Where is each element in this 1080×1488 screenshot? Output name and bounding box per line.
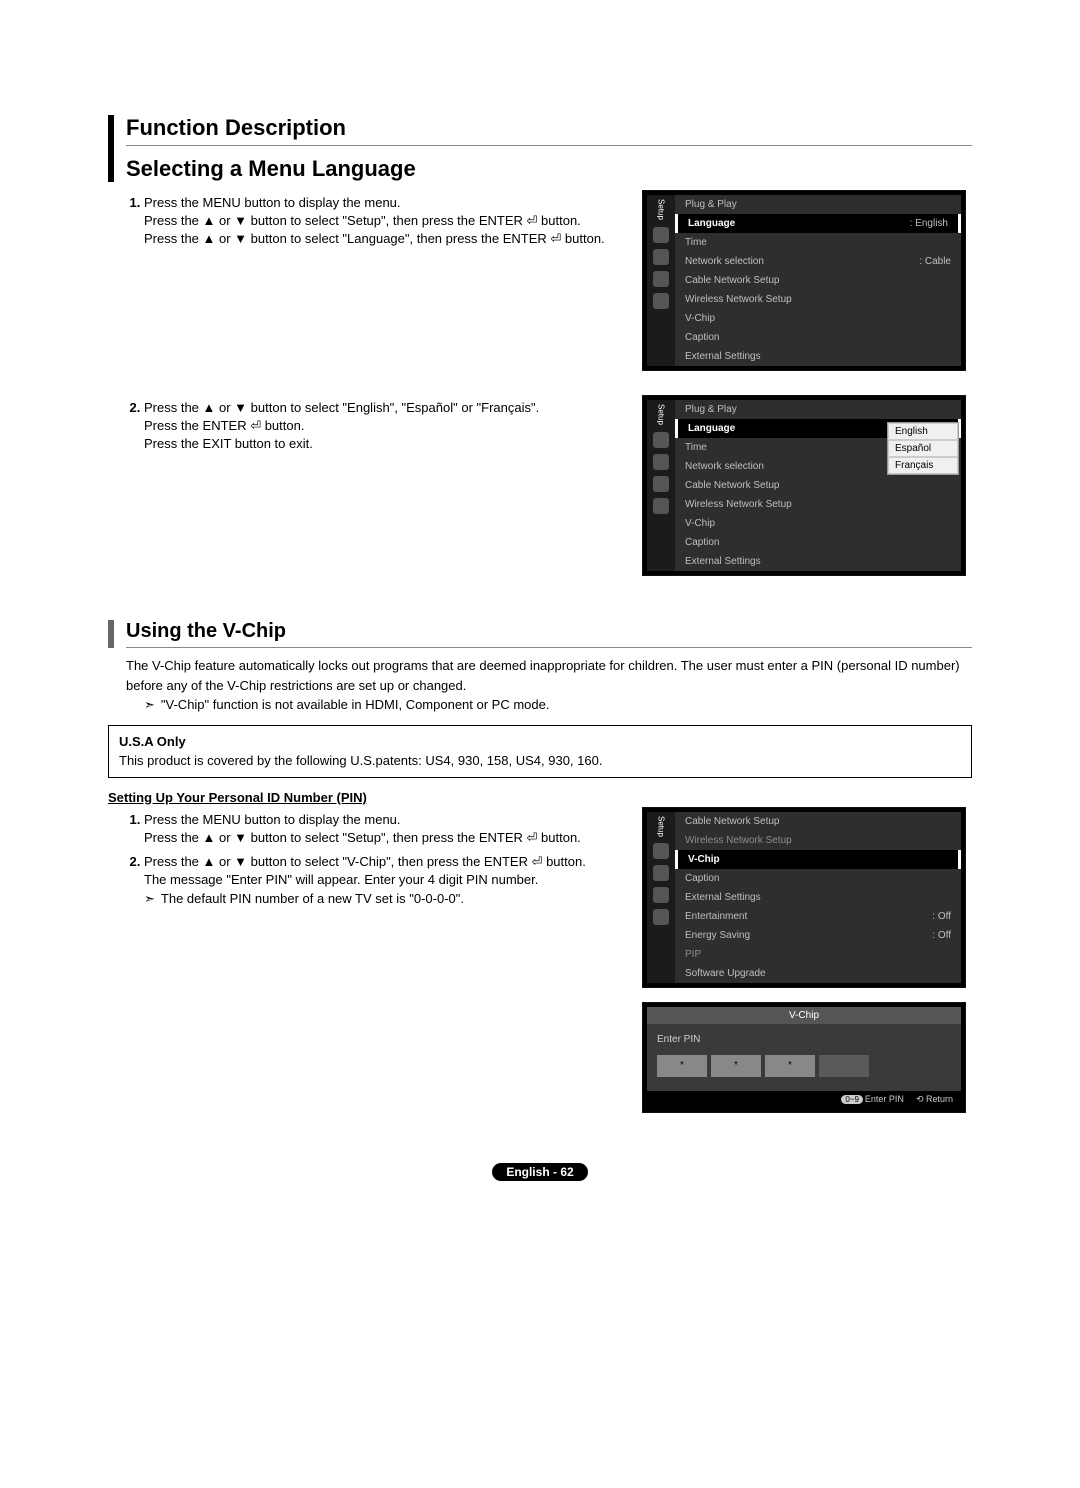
pin-panel-title: V-Chip	[647, 1007, 961, 1024]
sidebar-icon	[653, 227, 669, 243]
heading-block: Function Description Selecting a Menu La…	[108, 115, 972, 182]
tv1-side-label: Setup	[657, 199, 666, 220]
section2-title: Using the V-Chip	[126, 620, 972, 648]
pin-boxes: ***	[657, 1055, 951, 1077]
step2-line-b: Press the ENTER ⏎ button.	[144, 418, 304, 433]
pin-digit: *	[765, 1055, 815, 1077]
tv-menu-item: Energy Saving: Off	[675, 926, 961, 945]
section2-intro: The V-Chip feature automatically locks o…	[126, 656, 972, 695]
tv-menu-item: Plug & Play	[675, 195, 961, 214]
sidebar-icon	[653, 476, 669, 492]
tv-screenshot-3: Setup Cable Network SetupWireless Networ…	[642, 807, 966, 988]
tv-menu-item: PIP	[675, 945, 961, 964]
tv-screenshot-1: Setup Plug & PlayLanguage: EnglishTimeNe…	[642, 190, 966, 371]
tv-menu-item: Caption	[675, 869, 961, 888]
footer-return: ⟲ Return	[916, 1094, 953, 1105]
tv-menu-item: Cable Network Setup	[675, 476, 961, 495]
section1-title: Selecting a Menu Language	[126, 146, 972, 182]
tv-menu-item: Plug & Play	[675, 400, 961, 419]
tv-menu-item: Wireless Network Setup	[675, 495, 961, 514]
sidebar-icon	[653, 909, 669, 925]
pin-digit: *	[711, 1055, 761, 1077]
dropdown-option: Español	[888, 440, 958, 457]
section1-step1-text: Press the MENU button to display the men…	[108, 190, 642, 255]
tv-menu-item: Software Upgrade	[675, 964, 961, 983]
pin-step-2: Press the ▲ or ▼ button to select "V-Chi…	[144, 853, 630, 909]
footer-enterpin: 0~9Enter PIN	[841, 1094, 904, 1105]
tv2-side-label: Setup	[657, 404, 666, 425]
dropdown-option: Français	[888, 457, 958, 474]
enter-pin-label: Enter PIN	[657, 1034, 951, 1045]
tv-menu-item: Time	[675, 233, 961, 252]
tv-menu-item: V-Chip	[675, 850, 961, 869]
page: Function Description Selecting a Menu La…	[0, 0, 1080, 1221]
sidebar-icon	[653, 432, 669, 448]
pin-digit	[819, 1055, 869, 1077]
usa-title: U.S.A Only	[119, 732, 961, 752]
dropdown-option: English	[888, 423, 958, 440]
sidebar-icon	[653, 498, 669, 514]
tv-menu-item: Cable Network Setup	[675, 271, 961, 290]
tv-pin-screenshot: V-Chip Enter PIN *** 0~9Enter PIN ⟲ Retu…	[642, 1002, 966, 1113]
tv-menu-item: Network selection: Cable	[675, 252, 961, 271]
sidebar-icon	[653, 454, 669, 470]
usa-body: This product is covered by the following…	[119, 751, 961, 771]
pin-subhead: Setting Up Your Personal ID Number (PIN)	[108, 790, 972, 805]
tv3-side-label: Setup	[657, 816, 666, 837]
section2-note: "V-Chip" function is not available in HD…	[144, 695, 972, 715]
usa-box: U.S.A Only This product is covered by th…	[108, 725, 972, 778]
sidebar-icon	[653, 843, 669, 859]
sidebar-icon	[653, 293, 669, 309]
tv-menu-item: Wireless Network Setup	[675, 831, 961, 850]
tv-menu-item: Entertainment: Off	[675, 907, 961, 926]
pin-step2-note: The default PIN number of a new TV set i…	[144, 889, 630, 909]
tv-menu-item: External Settings	[675, 888, 961, 907]
step-2: Press the ▲ or ▼ button to select "Engli…	[144, 399, 630, 454]
step-1: Press the MENU button to display the men…	[144, 194, 630, 249]
tv-menu-item: External Settings	[675, 552, 961, 571]
tv-menu-item: Language: English	[675, 214, 961, 233]
sidebar-icon	[653, 887, 669, 903]
tv-menu-item: Caption	[675, 328, 961, 347]
language-dropdown: EnglishEspañolFrançais	[887, 422, 959, 475]
tv-menu-item: External Settings	[675, 347, 961, 366]
sidebar-icon	[653, 249, 669, 265]
tv-menu-item: V-Chip	[675, 309, 961, 328]
tv-screenshot-2: Setup Plug & PlayLanguageTimeNetwork sel…	[642, 395, 966, 576]
pin-step-1: Press the MENU button to display the men…	[144, 811, 630, 847]
tv-menu-item: Caption	[675, 533, 961, 552]
pin-digit: *	[657, 1055, 707, 1077]
section2-bar: Using the V-Chip	[108, 620, 972, 648]
sidebar-icon	[653, 271, 669, 287]
step2-line-c: Press the EXIT button to exit.	[144, 436, 313, 451]
tv-menu-item: V-Chip	[675, 514, 961, 533]
page-title: Function Description	[126, 115, 972, 146]
page-number: English - 62	[108, 1163, 972, 1181]
tv-menu-item: Wireless Network Setup	[675, 290, 961, 309]
sidebar-icon	[653, 865, 669, 881]
step2-line-a: Press the ▲ or ▼ button to select "Engli…	[144, 400, 539, 415]
tv-menu-item: Cable Network Setup	[675, 812, 961, 831]
pin-step2-a: Press the ▲ or ▼ button to select "V-Chi…	[144, 854, 586, 869]
pin-step2-b: The message "Enter PIN" will appear. Ent…	[144, 872, 538, 887]
